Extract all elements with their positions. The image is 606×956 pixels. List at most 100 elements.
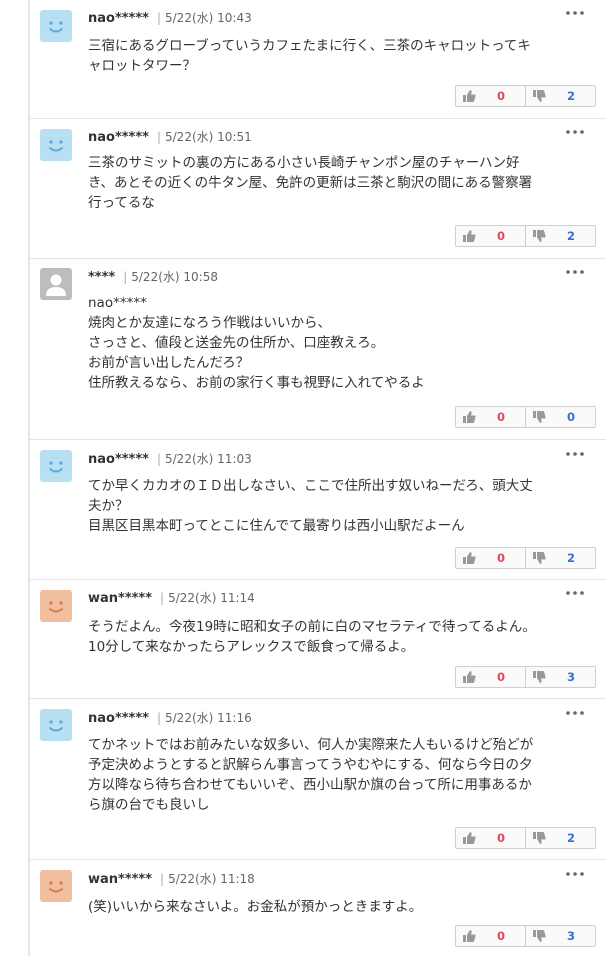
bad-button[interactable]: 2 xyxy=(525,226,595,246)
bad-count: 2 xyxy=(566,831,575,845)
good-button[interactable]: 0 xyxy=(456,926,525,946)
comment-author[interactable]: nao***** xyxy=(88,130,149,145)
comment-item: wan***** | 5/22(水) 11:18 (笑)いいから来なさいよ。お金私が… xyxy=(30,860,606,956)
vote-box: 0 3 xyxy=(455,925,596,947)
meta-separator: | xyxy=(160,872,165,886)
avatar xyxy=(40,709,72,741)
comment-line: nao***** xyxy=(88,295,147,311)
vote-box: 0 2 xyxy=(455,85,596,107)
comment-line: そうだよん。今夜19時に昭和女子の前に白のマセラティで待ってるよん。 xyxy=(88,619,536,635)
comment-body: 三宿にあるグローブっていうカフェたまに行く、三茶のキャロットってキ ャロットタワ… xyxy=(88,36,588,76)
default-user-icon xyxy=(46,274,66,296)
comment-line: 行ってるな xyxy=(88,195,155,211)
avatar xyxy=(40,10,72,42)
comment-line: 夫か？ xyxy=(88,498,129,514)
comment-line: 三茶のサミットの裏の方にある小さい長崎チャンポン屋のチャーハン好 xyxy=(88,155,520,171)
comment-author[interactable]: nao***** xyxy=(88,711,149,726)
thumbs-down-icon xyxy=(533,552,546,564)
bad-count: 3 xyxy=(566,929,575,943)
avatar xyxy=(40,129,72,161)
good-button[interactable]: 0 xyxy=(456,407,525,427)
good-count: 0 xyxy=(496,229,505,243)
comment-meta: nao***** | 5/22(水) 10:51 xyxy=(88,126,252,146)
vote-box: 0 2 xyxy=(455,225,596,247)
good-button[interactable]: 0 xyxy=(456,226,525,246)
avatar xyxy=(40,590,72,622)
comment-author[interactable]: **** xyxy=(88,270,115,285)
meta-separator: | xyxy=(160,591,165,605)
good-button[interactable]: 0 xyxy=(456,548,525,568)
good-count: 0 xyxy=(496,670,505,684)
comment-line: てかネットではお前みたいな奴多い、何人か実際来た人もいるけど殆どが xyxy=(88,737,534,753)
bad-button[interactable]: 2 xyxy=(525,86,595,106)
thumbs-down-icon xyxy=(533,671,546,683)
comment-body: 三茶のサミットの裏の方にある小さい長崎チャンポン屋のチャーハン好 き、あとその近… xyxy=(88,153,588,213)
bad-button[interactable]: 2 xyxy=(525,828,595,848)
smile-face-icon xyxy=(49,720,63,732)
more-dots-icon[interactable] xyxy=(564,871,586,885)
comment-date: 5/22(水) 10:51 xyxy=(165,130,252,144)
comment-author[interactable]: wan***** xyxy=(88,591,152,606)
good-count: 0 xyxy=(496,410,505,424)
bad-button[interactable]: 0 xyxy=(525,407,595,427)
smile-face-icon xyxy=(49,601,63,613)
comment-body: てか早くカカオのＩＤ出しなさい、ここで住所出す奴いねーだろ、頭大丈 夫か？ 目黒… xyxy=(88,476,588,536)
meta-separator: | xyxy=(156,130,161,144)
bad-count: 2 xyxy=(566,551,575,565)
thumbs-up-icon xyxy=(463,832,476,844)
meta-separator: | xyxy=(123,270,128,284)
comment-line: き、あとその近くの牛タン屋、免許の更新は三茶と駒沢の間にある警察署 xyxy=(88,175,533,191)
comment-author[interactable]: wan***** xyxy=(88,872,152,887)
comment-author[interactable]: nao***** xyxy=(88,11,149,26)
bad-count: 2 xyxy=(566,229,575,243)
comment-date: 5/22(水) 11:14 xyxy=(168,591,255,605)
thumbs-up-icon xyxy=(463,671,476,683)
comment-line: 10分して来なかったらアレックスで飯食って帰るよ。 xyxy=(88,639,415,655)
thumbs-up-icon xyxy=(463,90,476,102)
comment-item: nao***** | 5/22(水) 11:16 てかネットではお前みたいな奴多い、… xyxy=(30,699,606,860)
avatar xyxy=(40,450,72,482)
bad-button[interactable]: 3 xyxy=(525,667,595,687)
comment-line: さっさと、値段と送金先の住所か、口座教えろ。 xyxy=(88,335,385,351)
comment-line: 三宿にあるグローブっていうカフェたまに行く、三茶のキャロットってキ xyxy=(88,38,531,54)
comment-meta: wan***** | 5/22(水) 11:18 xyxy=(88,868,255,888)
comment-list: nao***** | 5/22(水) 10:43 三宿にあるグローブっていうカフェた… xyxy=(30,0,606,956)
comment-meta: nao***** | 5/22(水) 11:16 xyxy=(88,707,252,727)
comment-body: (笑)いいから来なさいよ。お金私が預かっときますよ。 xyxy=(88,897,588,917)
comment-date: 5/22(水) 10:43 xyxy=(165,11,252,25)
comment-date: 5/22(水) 11:03 xyxy=(165,452,252,466)
comment-item: nao***** | 5/22(水) 10:43 三宿にあるグローブっていうカフェた… xyxy=(30,0,606,119)
comment-line: 焼肉とか友達になろう作戦はいいから、 xyxy=(88,315,331,331)
smile-face-icon xyxy=(49,461,63,473)
more-dots-icon[interactable] xyxy=(564,590,586,604)
comment-date: 5/22(水) 10:58 xyxy=(131,270,218,284)
good-button[interactable]: 0 xyxy=(456,828,525,848)
comment-line: 予定決めようとすると訳解らん事言ってうやむやにする、何なら今日の夕 xyxy=(88,757,533,773)
smile-face-icon xyxy=(49,21,63,33)
good-button[interactable]: 0 xyxy=(456,86,525,106)
comment-line: 目黒区目黒本町ってとこに住んでて最寄りは西小山駅だよーん xyxy=(88,518,465,534)
good-count: 0 xyxy=(496,831,505,845)
comment-line: 方以降なら待ち合わせてもいいぞ、西小山駅か旗の台って所に用事あるか xyxy=(88,777,532,793)
more-dots-icon[interactable] xyxy=(564,129,586,143)
bad-count: 3 xyxy=(566,670,575,684)
meta-separator: | xyxy=(156,711,161,725)
thumbs-down-icon xyxy=(533,832,546,844)
bad-button[interactable]: 3 xyxy=(525,926,595,946)
thumbs-down-icon xyxy=(533,230,546,242)
good-count: 0 xyxy=(496,551,505,565)
comment-author[interactable]: nao***** xyxy=(88,452,149,467)
avatar xyxy=(40,268,72,300)
vote-box: 0 3 xyxy=(455,666,596,688)
good-button[interactable]: 0 xyxy=(456,667,525,687)
more-dots-icon[interactable] xyxy=(564,10,586,24)
bad-button[interactable]: 2 xyxy=(525,548,595,568)
thumbs-up-icon xyxy=(463,411,476,423)
more-dots-icon[interactable] xyxy=(564,269,586,283)
more-dots-icon[interactable] xyxy=(564,451,586,465)
more-dots-icon[interactable] xyxy=(564,710,586,724)
comment-line: ら旗の台でも良いし xyxy=(88,797,210,813)
comment-line: お前が言い出したんだろ？ xyxy=(88,355,250,371)
smile-face-icon xyxy=(49,140,63,152)
thumbs-up-icon xyxy=(463,230,476,242)
